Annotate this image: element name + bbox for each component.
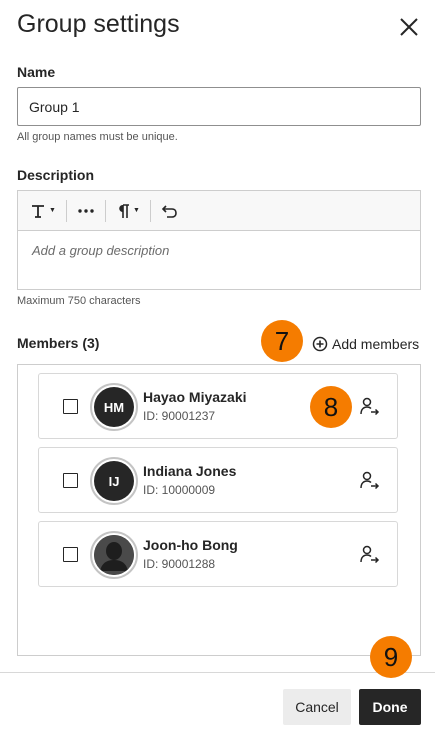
move-user-icon bbox=[360, 397, 380, 416]
toolbar-divider bbox=[104, 199, 106, 222]
member-checkbox[interactable] bbox=[63, 547, 78, 562]
member-name: Indiana Jones bbox=[143, 463, 237, 479]
undo-icon bbox=[161, 204, 177, 218]
member-id: ID: 90001237 bbox=[143, 409, 216, 423]
move-member-button[interactable] bbox=[359, 544, 381, 566]
more-options-button[interactable] bbox=[74, 198, 98, 224]
avatar: IJ bbox=[90, 457, 138, 505]
cancel-button[interactable]: Cancel bbox=[283, 689, 351, 725]
member-checkbox[interactable] bbox=[63, 473, 78, 488]
avatar bbox=[90, 531, 138, 579]
profile-photo-icon bbox=[94, 535, 134, 575]
paragraph-icon bbox=[119, 203, 129, 218]
name-label: Name bbox=[17, 64, 56, 80]
description-label: Description bbox=[17, 167, 95, 183]
callout-badge: 9 bbox=[370, 636, 412, 678]
avatar-initials: IJ bbox=[94, 461, 134, 501]
group-settings-panel: Group settings Name All group names must… bbox=[0, 0, 435, 739]
description-placeholder: Add a group description bbox=[32, 243, 170, 258]
avatar-initials: HM bbox=[94, 387, 134, 427]
editor-toolbar: ▼ ▼ bbox=[18, 191, 420, 231]
description-editor: ▼ ▼ Add a group description bbox=[17, 190, 421, 290]
member-row: Joon-ho Bong ID: 90001288 bbox=[38, 521, 398, 587]
toolbar-divider bbox=[65, 199, 67, 222]
chevron-down-icon: ▼ bbox=[132, 207, 140, 214]
more-icon bbox=[78, 208, 94, 213]
name-hint: All group names must be unique. bbox=[17, 131, 178, 143]
text-format-button[interactable]: ▼ bbox=[27, 198, 59, 224]
text-format-icon bbox=[32, 204, 44, 218]
add-circle-icon bbox=[312, 336, 328, 352]
chevron-down-icon: ▼ bbox=[49, 207, 56, 214]
add-members-label: Add members bbox=[332, 336, 420, 352]
member-checkbox[interactable] bbox=[63, 399, 78, 414]
member-id: ID: 10000009 bbox=[143, 483, 216, 497]
callout-badge: 8 bbox=[310, 386, 352, 428]
close-button[interactable] bbox=[396, 14, 422, 40]
undo-button[interactable] bbox=[158, 198, 182, 224]
members-heading: Members (3) bbox=[17, 335, 100, 351]
description-hint: Maximum 750 characters bbox=[17, 295, 141, 307]
member-name: Hayao Miyazaki bbox=[143, 389, 247, 405]
name-input[interactable] bbox=[17, 87, 421, 126]
member-row: IJ Indiana Jones ID: 10000009 bbox=[38, 447, 398, 513]
callout-badge: 7 bbox=[261, 320, 303, 362]
avatar: HM bbox=[90, 383, 138, 431]
toolbar-divider bbox=[149, 199, 151, 222]
move-member-button[interactable] bbox=[359, 396, 381, 418]
members-list: HM Hayao Miyazaki ID: 90001237 IJ Indian… bbox=[17, 364, 421, 656]
move-user-icon bbox=[360, 471, 380, 490]
close-icon bbox=[400, 18, 418, 36]
member-id: ID: 90001288 bbox=[143, 557, 216, 571]
member-name: Joon-ho Bong bbox=[143, 537, 238, 553]
paragraph-button[interactable]: ▼ bbox=[113, 198, 143, 224]
done-button[interactable]: Done bbox=[359, 689, 421, 725]
move-member-button[interactable] bbox=[359, 470, 381, 492]
add-members-button[interactable]: Add members bbox=[312, 336, 419, 352]
dialog-title: Group settings bbox=[17, 10, 180, 38]
description-input[interactable]: Add a group description bbox=[18, 231, 420, 289]
move-user-icon bbox=[360, 545, 380, 564]
